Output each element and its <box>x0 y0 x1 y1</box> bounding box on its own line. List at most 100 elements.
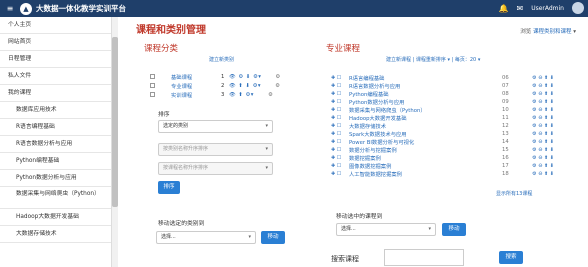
course-name[interactable]: 数据挖掘案例 <box>349 154 502 162</box>
new-category-link[interactable]: 建立新类别 <box>209 56 234 63</box>
message-icon[interactable]: ✉ <box>516 4 523 13</box>
course-row: ✚ ☐ R语言数据分析与应用 07 ⚙ ⊖ ⬆ ⬇ <box>331 82 554 90</box>
category-name[interactable]: 实训课程 <box>171 91 221 99</box>
sidebar-item-course[interactable]: 大数据存储技术 <box>0 226 111 243</box>
course-name[interactable]: Python编程基础 <box>349 90 502 98</box>
gear-icon[interactable]: ⚙ <box>268 92 273 98</box>
row-checkbox[interactable] <box>150 83 155 88</box>
course-id: 17 <box>502 163 509 169</box>
course-count-link[interactable]: 显示所有13课程 <box>496 190 532 197</box>
avatar[interactable] <box>572 2 584 14</box>
move-icon[interactable]: ✚ ☐ <box>331 123 349 129</box>
course-id: 16 <box>502 155 509 161</box>
category-row: 实训课程 3 👁 ⬆ ⚙▾ ⚙ <box>150 90 273 99</box>
move-icon[interactable]: ✚ ☐ <box>331 91 349 97</box>
course-name[interactable]: Spark大数据技术与应用 <box>349 130 502 138</box>
move-icon[interactable]: ✚ ☐ <box>331 131 349 137</box>
sidebar-item-private-files[interactable]: 私人文件 <box>0 68 111 85</box>
course-action-icons[interactable]: ⚙ ⊖ ⬆ ⬇ <box>520 171 554 177</box>
course-action-icons[interactable]: ⚙ ⊖ ⬆ ⬇ <box>520 99 554 105</box>
course-action-icons[interactable]: ⚙ ⊖ ⬆ ⬇ <box>520 139 554 145</box>
move-icon[interactable]: ✚ ☐ <box>331 115 349 121</box>
row-checkbox[interactable] <box>150 74 155 79</box>
course-action-icons[interactable]: ⚙ ⊖ ⬆ ⬇ <box>520 163 554 169</box>
row-action-icons[interactable]: 👁 ⚙ ⬇ ⚙▾ <box>229 74 261 80</box>
course-action-icons[interactable]: ⚙ ⊖ ⬆ ⬇ <box>520 123 554 129</box>
sidebar-item-course[interactable]: Python编程基础 <box>0 153 111 170</box>
course-name[interactable]: Hadoop大数据开发基础 <box>349 114 502 122</box>
course-action-icons[interactable]: ⚙ ⊖ ⬆ ⬇ <box>520 83 554 89</box>
course-name[interactable]: R语言数据分析与应用 <box>349 82 502 90</box>
move-icon[interactable]: ✚ ☐ <box>331 147 349 153</box>
course-row: ✚ ☐ 数据分析与挖掘案例 15 ⚙ ⊖ ⬆ ⬇ <box>331 146 554 154</box>
course-action-icons[interactable]: ⚙ ⊖ ⬆ ⬇ <box>520 91 554 97</box>
sidebar-item-course[interactable]: 数据库应用技术 <box>0 102 111 119</box>
move-icon[interactable]: ✚ ☐ <box>331 155 349 161</box>
course-action-icons[interactable]: ⚙ ⊖ ⬆ ⬇ <box>520 147 554 153</box>
scrollbar-thumb[interactable] <box>112 37 118 207</box>
sidebar-item-site-home[interactable]: 网站首页 <box>0 34 111 51</box>
course-row: ✚ ☐ Hadoop大数据开发基础 11 ⚙ ⊖ ⬆ ⬇ <box>331 114 554 122</box>
course-action-icons[interactable]: ⚙ ⊖ ⬆ ⬇ <box>520 115 554 121</box>
move-icon[interactable]: ✚ ☐ <box>331 139 349 145</box>
category-row: 专业课程 2 👁 ⬆ ⬇ ⚙▾ ⚙ <box>150 81 280 90</box>
course-row: ✚ ☐ Python数据分析与应用 09 ⚙ ⊖ ⬆ ⬇ <box>331 98 554 106</box>
move-categories-button[interactable]: 移动 <box>261 231 285 244</box>
course-name[interactable]: 图像数据挖掘案例 <box>349 162 502 170</box>
course-action-icons[interactable]: ⚙ ⊖ ⬆ ⬇ <box>520 155 554 161</box>
move-icon[interactable]: ✚ ☐ <box>331 107 349 113</box>
course-id: 14 <box>502 139 509 145</box>
course-name[interactable]: 数据采集与网络爬虫（Python） <box>349 106 502 114</box>
browse-categories-link[interactable]: 课程类别和课程 <box>533 29 572 35</box>
sort-button[interactable]: 排序 <box>158 181 180 194</box>
sidebar-scrollbar[interactable] <box>112 17 118 267</box>
resort-courses-link[interactable]: 课程重新排序 <box>416 57 446 63</box>
row-action-icons[interactable]: 👁 ⬆ ⬇ ⚙▾ <box>229 83 261 89</box>
sidebar-item-calendar[interactable]: 日程管理 <box>0 51 111 68</box>
move-icon[interactable]: ✚ ☐ <box>331 171 349 177</box>
menu-icon[interactable]: ≡ <box>0 4 20 13</box>
sidebar-item-my-courses[interactable]: 我的课程 <box>0 85 111 102</box>
course-action-icons[interactable]: ⚙ ⊖ ⬆ ⬇ <box>520 131 554 137</box>
move-courses-button[interactable]: 移动 <box>442 223 466 236</box>
gear-icon[interactable]: ⚙ <box>275 74 280 80</box>
move-icon[interactable]: ✚ ☐ <box>331 163 349 169</box>
user-name[interactable]: UserAdmin <box>531 5 564 12</box>
course-action-icons[interactable]: ⚙ ⊖ ⬆ ⬇ <box>520 107 554 113</box>
course-name[interactable]: 大数据存储技术 <box>349 122 502 130</box>
sidebar-item-course[interactable]: R语言编程基础 <box>0 119 111 136</box>
course-name[interactable]: 人工智能数据挖掘案例 <box>349 170 502 178</box>
sidebar-item-home[interactable]: 个人主页 <box>0 17 111 34</box>
move-categories-select[interactable]: 选择... <box>156 231 256 244</box>
sort-option-category[interactable]: 按类别名称升序排序 <box>158 143 273 156</box>
move-icon[interactable]: ✚ ☐ <box>331 75 349 81</box>
move-courses-select[interactable]: 选择... <box>336 223 436 236</box>
category-name[interactable]: 基础课程 <box>171 73 221 81</box>
category-count: 2 <box>221 82 225 89</box>
per-page-link[interactable]: 每页：20 <box>455 57 476 63</box>
sort-select[interactable]: 选定的类别 <box>158 120 273 133</box>
course-name[interactable]: Power BI数据分析与可视化 <box>349 138 502 146</box>
row-action-icons[interactable]: 👁 ⬆ ⚙▾ <box>229 92 254 98</box>
move-icon[interactable]: ✚ ☐ <box>331 83 349 89</box>
sidebar-item-course[interactable]: R语言数据分析与应用 <box>0 136 111 153</box>
gear-icon[interactable]: ⚙ <box>275 83 280 89</box>
course-action-icons[interactable]: ⚙ ⊖ ⬆ ⬇ <box>520 75 554 81</box>
search-input[interactable] <box>384 249 464 266</box>
course-name[interactable]: Python数据分析与应用 <box>349 98 502 106</box>
course-name[interactable]: 数据分析与挖掘案例 <box>349 146 502 154</box>
new-course-link[interactable]: 建立新课程 <box>386 57 411 63</box>
sidebar-item-course[interactable]: Hadoop大数据开发基础 <box>0 209 111 226</box>
bell-icon[interactable]: 🔔 <box>499 4 509 13</box>
courses-section-title: 专业课程 <box>326 44 361 54</box>
row-checkbox[interactable] <box>150 92 155 97</box>
move-icon[interactable]: ✚ ☐ <box>331 99 349 105</box>
brand-title[interactable]: 大数据一体化教学实训平台 <box>36 3 126 14</box>
course-id: 13 <box>502 131 509 137</box>
course-name[interactable]: R语言编程基础 <box>349 74 502 82</box>
sidebar-item-course[interactable]: Python数据分析与应用 <box>0 170 111 187</box>
sort-option-course[interactable]: 按课程名称升序排序 <box>158 162 273 175</box>
category-name[interactable]: 专业课程 <box>171 82 221 90</box>
search-button[interactable]: 搜索 <box>499 251 523 264</box>
sidebar-item-course[interactable]: 数据采集与网络爬虫（Python） <box>0 187 111 209</box>
